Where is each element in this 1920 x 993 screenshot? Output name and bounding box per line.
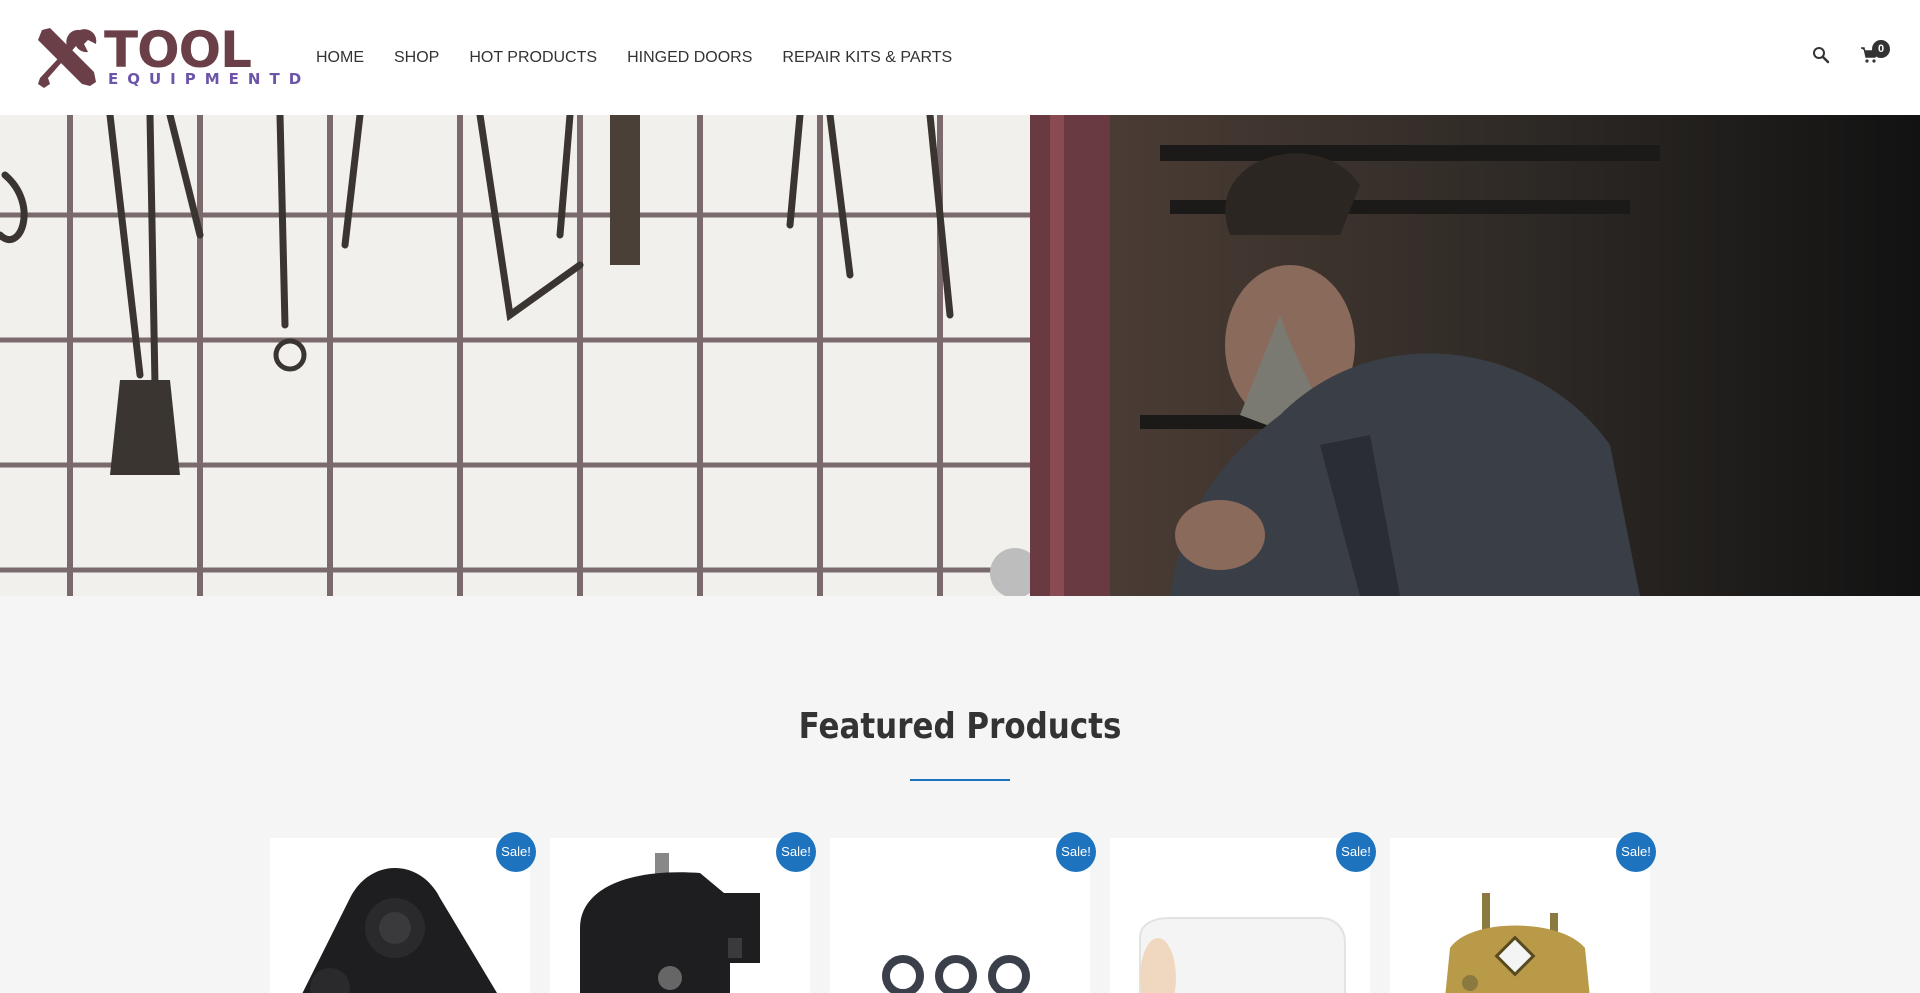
site-header: TOOL EQUIPMENTD HOME SHOP HOT PRODUCTS H…	[0, 0, 1920, 115]
search-button[interactable]	[1812, 46, 1832, 66]
nav-item-hot-products[interactable]: HOT PRODUCTS	[469, 48, 597, 68]
product-grid	[270, 838, 1650, 993]
product-card[interactable]	[550, 838, 810, 993]
nav-item-hinged-doors[interactable]: HINGED DOORS	[627, 48, 752, 68]
sale-badge: Sale!	[1616, 832, 1656, 872]
cart-count-badge: 0	[1872, 40, 1890, 58]
product-image	[580, 853, 760, 993]
product-card[interactable]	[1390, 838, 1650, 993]
hero-workshop-image	[0, 115, 1920, 596]
product-image	[1445, 893, 1590, 993]
product-image	[1139, 917, 1346, 993]
logo-tagline: EQUIPMENTD	[108, 70, 311, 88]
main-nav: HOME SHOP HOT PRODUCTS HINGED DOORS REPA…	[316, 48, 982, 68]
sale-badge: Sale!	[1056, 832, 1096, 872]
sale-badge: Sale!	[776, 832, 816, 872]
product-image	[882, 955, 1030, 993]
featured-products-heading: Featured Products	[798, 706, 1122, 747]
nav-item-shop[interactable]: SHOP	[394, 48, 439, 68]
product-card[interactable]	[270, 838, 530, 993]
product-card[interactable]	[830, 838, 1090, 993]
sale-badge: Sale!	[1336, 832, 1376, 872]
nav-item-repair-kits[interactable]: REPAIR KITS & PARTS	[782, 48, 952, 68]
search-icon	[1813, 47, 1830, 64]
heading-underline	[910, 779, 1010, 781]
wrench-screwdriver-icon	[38, 28, 97, 88]
nav-item-home[interactable]: HOME	[316, 48, 364, 68]
product-card[interactable]	[1110, 838, 1370, 993]
site-logo[interactable]: TOOL EQUIPMENTD	[36, 22, 301, 90]
hero-banner	[0, 115, 1920, 596]
product-image	[302, 868, 497, 993]
sale-badge: Sale!	[496, 832, 536, 872]
